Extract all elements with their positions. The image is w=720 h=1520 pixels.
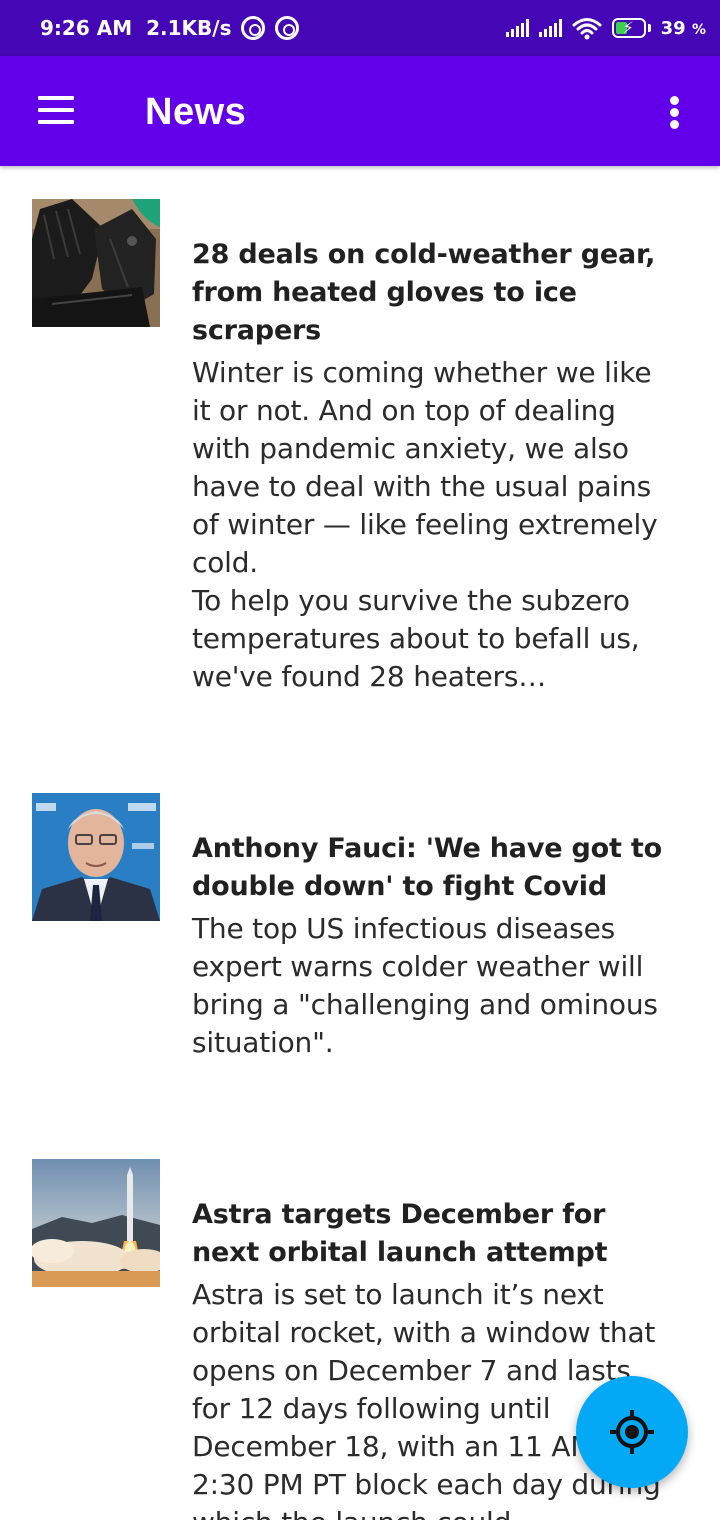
- battery-percentage: 39 %: [660, 17, 706, 39]
- my-location-icon: [610, 1410, 654, 1454]
- article-headline: Astra targets December for next orbital …: [192, 1199, 608, 1268]
- article-description: Winter is coming whether we like it or n…: [192, 356, 658, 693]
- hamburger-menu-icon[interactable]: [36, 96, 76, 126]
- status-right: ⚡ 39 %: [505, 0, 706, 56]
- status-left: 9:26 AM 2.1KB/s: [40, 0, 300, 56]
- article-headline: 28 deals on cold-weather gear, from heat…: [192, 239, 656, 346]
- news-item[interactable]: 28 deals on cold-weather gear, from heat…: [0, 166, 720, 766]
- signal-icon: [505, 19, 529, 37]
- status-bar: 9:26 AM 2.1KB/s ⚡ 39 %: [0, 0, 720, 56]
- notification-icon: [275, 16, 300, 40]
- notification-icon: [241, 16, 266, 40]
- fauci-thumbnail: [32, 793, 160, 921]
- news-list[interactable]: 28 deals on cold-weather gear, from heat…: [0, 166, 720, 1520]
- news-item[interactable]: Anthony Fauci: 'We have got to double do…: [0, 766, 720, 1136]
- article-description: The top US infectious diseases expert wa…: [192, 912, 658, 1059]
- article-headline: Anthony Fauci: 'We have got to double do…: [192, 833, 662, 902]
- my-location-button[interactable]: [576, 1376, 688, 1488]
- app-bar: News: [0, 56, 720, 166]
- wifi-icon: [572, 18, 602, 40]
- status-time: 9:26 AM: [40, 16, 133, 40]
- battery-icon: ⚡: [611, 18, 646, 38]
- gloves-thumbnail: [32, 199, 160, 327]
- page-title: News: [145, 91, 247, 133]
- battery-tip: [647, 24, 651, 32]
- more-vert-icon[interactable]: [660, 92, 690, 132]
- signal-icon: [538, 19, 562, 37]
- network-speed: 2.1KB/s: [146, 16, 232, 40]
- rocket-thumbnail: [32, 1159, 160, 1287]
